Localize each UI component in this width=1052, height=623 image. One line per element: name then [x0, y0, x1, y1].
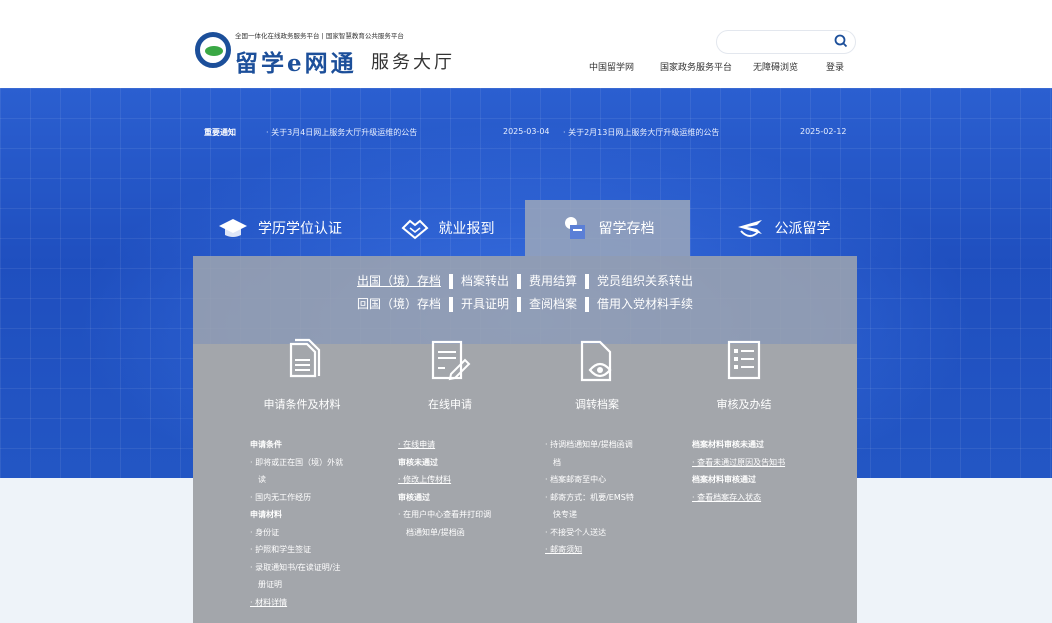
archive-icon — [564, 217, 585, 239]
nav-link-accessibility[interactable]: 无障碍浏览 — [753, 60, 798, 73]
link-fee-settlement[interactable]: 费用结算 — [521, 272, 585, 289]
list-item: 档通知单/提档函 — [406, 527, 465, 537]
view-archive-status-link[interactable]: · 查看档案存入状态 — [692, 489, 785, 507]
logo-subtitle: 服务大厅 — [371, 52, 455, 73]
step-label: 审核及办结 — [716, 398, 772, 411]
logo-tagline: 全国一体化在线政务服务平台 | 国家智慧教育公共服务平台 — [235, 32, 404, 40]
logo-title: 留学e网通 — [235, 50, 357, 77]
view-rejection-reason-link[interactable]: · 查看未通过原因及告知书 — [692, 454, 785, 472]
nav-link-gov-platform[interactable]: 国家政务服务平台 — [660, 60, 732, 73]
review-column: 档案材料审核未通过 · 查看未通过原因及告知书 档案材料审核通过 · 查看档案存… — [692, 436, 785, 506]
notice-item-2-date: 2025-02-12 — [800, 127, 847, 136]
list-item: · 身份证 — [250, 527, 280, 537]
list-item: · 护照和学生签证 — [250, 545, 312, 554]
list-item: · 在用户中心查看并打印调 — [398, 510, 492, 519]
notice-item-2-title[interactable]: · 关于2月13日网上服务大厅升级运维的公告 — [563, 127, 719, 138]
link-transfer-out[interactable]: 档案转出 — [453, 272, 517, 289]
requirements-column: 申请条件 · 即将或正在国（境）外就 读 · 国内无工作经历 申请材料 · 身份… — [250, 436, 343, 611]
transfer-column: · 持调档通知单/提档函调 档 · 档案邮寄至中心 · 邮寄方式：机要/EMS特… — [545, 436, 634, 559]
file-eye-icon — [580, 340, 612, 382]
site-header: 全国一体化在线政务服务平台 | 国家智慧教育公共服务平台 留学e网通 服务大厅 … — [0, 0, 1052, 88]
list-item: 册证明 — [258, 580, 282, 589]
application-column: · 在线申请 审核未通过 · 修改上传材料 审核通过 · 在用户中心查看并打印调… — [398, 436, 491, 541]
plane-icon — [737, 220, 762, 237]
tab-government-sponsored[interactable]: 公派留学 — [720, 200, 845, 256]
tab-employment-registration[interactable]: 就业报到 — [385, 200, 510, 256]
step-review-complete[interactable]: 审核及办结 — [684, 338, 804, 411]
service-links-row-1: 出国（境）存档 档案转出 费用结算 党员组织关系转出 — [193, 272, 857, 289]
search-icon[interactable] — [833, 33, 849, 49]
step-requirements[interactable]: 申请条件及材料 — [242, 338, 362, 411]
list-item: 读 — [258, 475, 266, 484]
list-item: · 持调档通知单/提档函调 — [545, 440, 633, 449]
step-transfer-archive[interactable]: 调转档案 — [537, 338, 657, 411]
section-heading: 申请材料 — [250, 510, 282, 519]
materials-detail-link[interactable]: · 材料详情 — [250, 594, 343, 612]
step-label: 申请条件及材料 — [263, 398, 341, 411]
graduation-cap-icon — [219, 219, 247, 237]
online-apply-link[interactable]: · 在线申请 — [398, 436, 491, 454]
link-return-archive[interactable]: 回国（境）存档 — [349, 295, 449, 312]
nav-link-cscse[interactable]: 中国留学网 — [589, 60, 634, 73]
mailing-notice-link[interactable]: · 邮寄须知 — [545, 541, 634, 559]
section-heading: 档案材料审核通过 — [692, 475, 756, 484]
documents-icon — [289, 338, 321, 378]
service-links-row-2: 回国（境）存档 开具证明 查阅档案 借用入党材料手续 — [193, 295, 857, 312]
list-item: · 即将或正在国（境）外就 — [250, 457, 344, 467]
link-borrow-materials[interactable]: 借用入党材料手续 — [589, 295, 701, 312]
list-item: 快专递 — [553, 510, 577, 519]
form-edit-icon — [431, 340, 471, 381]
section-heading: 档案材料审核未通过 — [692, 440, 764, 449]
link-party-transfer[interactable]: 党员组织关系转出 — [589, 272, 701, 289]
notice-label: 重要通知 — [204, 128, 236, 137]
link-view-archive[interactable]: 查阅档案 — [521, 295, 585, 312]
tab-label: 公派留学 — [774, 221, 831, 237]
logo-emblem-icon — [195, 32, 231, 68]
step-label: 调转档案 — [575, 398, 619, 411]
tab-study-abroad-archive[interactable]: 留学存档 — [525, 200, 690, 256]
list-item: 档 — [553, 457, 561, 467]
tab-label: 就业报到 — [438, 221, 495, 237]
tab-label: 留学存档 — [598, 221, 655, 237]
checklist-icon — [727, 340, 761, 380]
link-outbound-archive[interactable]: 出国（境）存档 — [349, 272, 449, 289]
list-item: · 邮寄方式：机要/EMS特 — [545, 492, 634, 502]
section-heading: 申请条件 — [250, 440, 282, 449]
section-heading: 审核未通过 — [398, 457, 438, 467]
notice-item-1-title[interactable]: · 关于3月4日网上服务大厅升级运维的公告 — [266, 127, 417, 138]
modify-materials-link[interactable]: · 修改上传材料 — [398, 471, 491, 489]
handshake-icon — [401, 219, 428, 240]
list-item: · 档案邮寄至中心 — [545, 475, 607, 484]
site-logo[interactable]: 全国一体化在线政务服务平台 | 国家智慧教育公共服务平台 留学e网通 服务大厅 — [195, 28, 465, 77]
section-heading: 审核通过 — [398, 492, 430, 502]
list-item: · 录取通知书/在读证明/注 — [250, 562, 341, 572]
notice-item-1-date: 2025-03-04 — [503, 127, 550, 136]
list-item: · 不接受个人送达 — [545, 527, 607, 537]
tab-label: 学历学位认证 — [258, 221, 342, 237]
link-issue-certificate[interactable]: 开具证明 — [453, 295, 517, 312]
nav-link-login[interactable]: 登录 — [826, 60, 844, 73]
tab-degree-verification[interactable]: 学历学位认证 — [205, 200, 355, 256]
list-item: · 国内无工作经历 — [250, 492, 312, 502]
step-label: 在线申请 — [428, 398, 472, 411]
step-online-application[interactable]: 在线申请 — [390, 338, 510, 411]
